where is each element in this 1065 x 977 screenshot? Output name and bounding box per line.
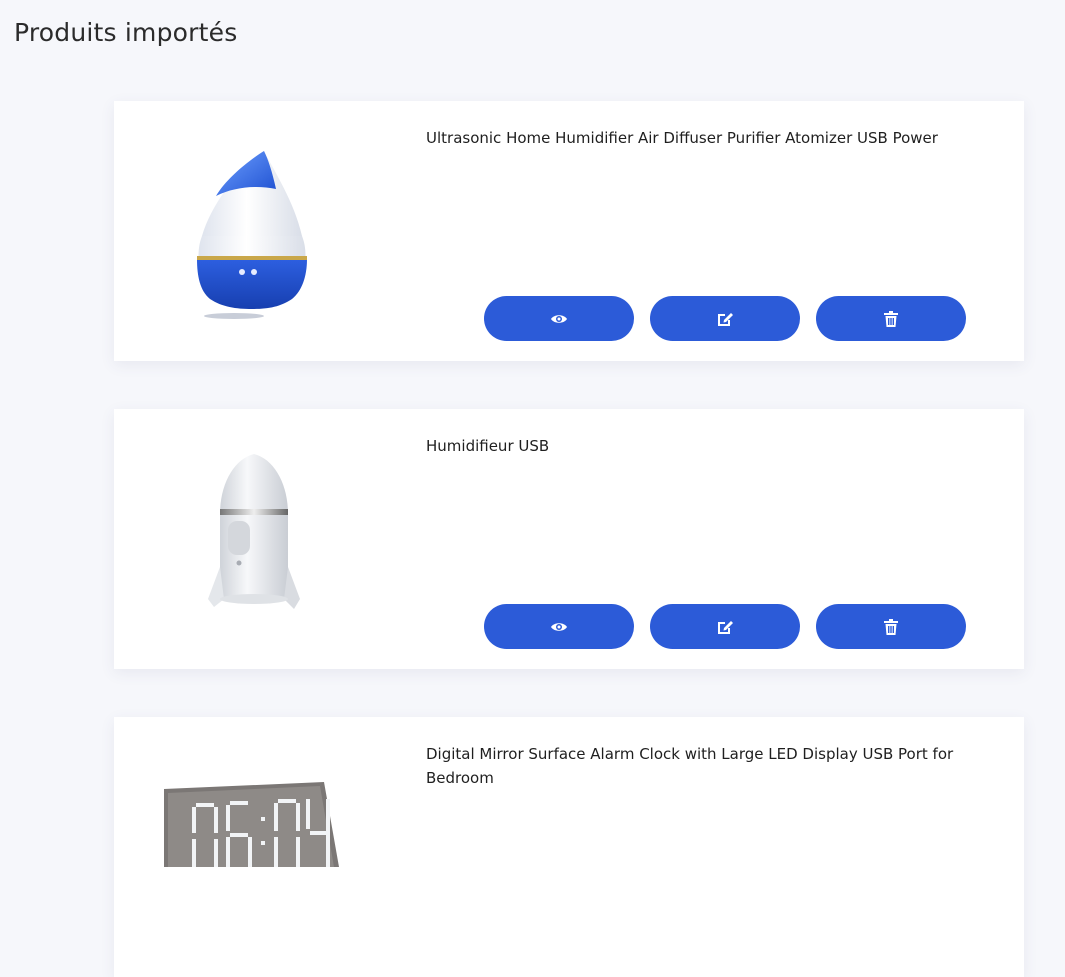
- edit-icon: [718, 620, 733, 634]
- trash-icon: [884, 310, 898, 327]
- edit-icon: [718, 312, 733, 326]
- product-card: Humidifieur USB: [114, 409, 1024, 669]
- product-card: Digital Mirror Surface Alarm Clock with …: [114, 717, 1024, 977]
- product-title[interactable]: Ultrasonic Home Humidifier Air Diffuser …: [426, 126, 966, 150]
- product-actions: [484, 604, 966, 649]
- product-title[interactable]: Digital Mirror Surface Alarm Clock with …: [426, 742, 966, 790]
- delete-button[interactable]: [816, 604, 966, 649]
- edit-button[interactable]: [650, 604, 800, 649]
- view-button[interactable]: [484, 604, 634, 649]
- product-image[interactable]: [164, 141, 344, 321]
- product-actions: [484, 296, 966, 341]
- edit-button[interactable]: [650, 296, 800, 341]
- eye-icon: [551, 622, 567, 631]
- page-title: Produits importés: [14, 18, 238, 47]
- trash-icon: [884, 618, 898, 635]
- delete-button[interactable]: [816, 296, 966, 341]
- product-image[interactable]: [154, 777, 354, 957]
- eye-icon: [551, 314, 567, 323]
- product-image[interactable]: [164, 449, 344, 629]
- product-card: Ultrasonic Home Humidifier Air Diffuser …: [114, 101, 1024, 361]
- product-title[interactable]: Humidifieur USB: [426, 434, 966, 458]
- view-button[interactable]: [484, 296, 634, 341]
